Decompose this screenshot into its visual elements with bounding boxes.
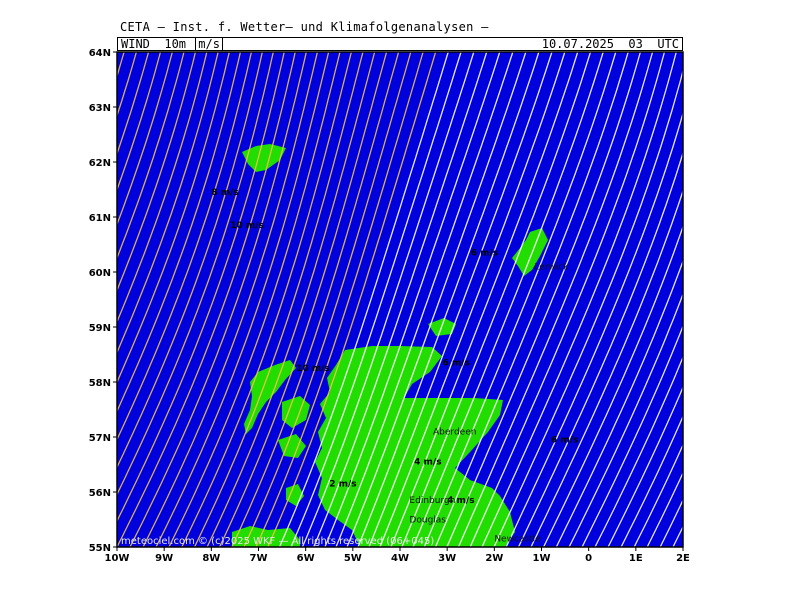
lon-tick-label: 10W bbox=[105, 553, 130, 564]
wind-speed-label: 6 m/s bbox=[442, 359, 469, 369]
wind-speed-label: 4 m/s bbox=[414, 458, 441, 468]
wind-speed-label: 6 m/s bbox=[551, 436, 578, 446]
lon-tick-label: 3W bbox=[438, 553, 456, 564]
lon-tick-label: 0 bbox=[585, 553, 592, 564]
wind-speed-label: 6 m/s bbox=[471, 249, 498, 259]
lon-tick-label: 2W bbox=[485, 553, 503, 564]
lon-tick-label: 5W bbox=[344, 553, 362, 564]
streamline bbox=[686, 0, 800, 547]
streamline bbox=[0, 0, 95, 547]
streamline bbox=[711, 0, 800, 547]
lon-tick-label: 4W bbox=[391, 553, 409, 564]
streamline bbox=[0, 0, 83, 547]
wind-speed-label: 10 m/s bbox=[296, 364, 330, 374]
streamline bbox=[0, 0, 32, 547]
place-label: Edinburgh bbox=[409, 496, 455, 506]
streamline bbox=[0, 0, 19, 547]
lon-tick-label: 1W bbox=[533, 553, 551, 564]
wind-speed-label: 8 m/s bbox=[211, 188, 238, 198]
streamline bbox=[699, 0, 800, 547]
streamline bbox=[0, 0, 70, 547]
place-label: Newcastle bbox=[494, 535, 541, 545]
lon-tick-label: 2E bbox=[676, 553, 690, 564]
lat-tick-label: 62N bbox=[89, 158, 111, 169]
wind-map: 8 m/s 10 m/s 6 m/s 10 m/s 6 m/s 6 m/s 4 m/s 2 m… bbox=[0, 0, 800, 564]
lon-tick-label: 9W bbox=[155, 553, 173, 564]
place-label: Douglas bbox=[409, 515, 446, 525]
lat-tick-label: 63N bbox=[89, 103, 111, 114]
lat-tick-label: 56N bbox=[89, 488, 111, 499]
lat-tick-label: 57N bbox=[89, 433, 111, 444]
lon-tick-label: 1E bbox=[629, 553, 643, 564]
lon-tick-label: 7W bbox=[250, 553, 268, 564]
streamline bbox=[0, 0, 132, 547]
lon-tick-label: 8W bbox=[202, 553, 220, 564]
streamline bbox=[0, 0, 58, 547]
streamline bbox=[672, 525, 683, 547]
wind-speed-label: 10 m/s bbox=[230, 221, 264, 231]
streamline bbox=[0, 0, 6, 547]
lat-tick-label: 59N bbox=[89, 323, 111, 334]
lat-tick-label: 64N bbox=[89, 48, 111, 59]
latitude-axis: 55N56N57N58N59N60N61N62N63N64N bbox=[89, 48, 117, 554]
lat-tick-label: 61N bbox=[89, 213, 111, 224]
lat-tick-label: 60N bbox=[89, 268, 111, 279]
lat-tick-label: 58N bbox=[89, 378, 111, 389]
longitude-axis: 10W 9W 8W 7W 6W 5W 4W 3W 2W 1W 0 1E 2E bbox=[105, 547, 690, 564]
wind-speed-label: 2 m/s bbox=[329, 480, 356, 490]
place-label: Lerwick bbox=[534, 262, 569, 272]
copyright-notice: meteociel.com © (c)2025 WKF — All rights… bbox=[121, 536, 434, 547]
lon-tick-label: 6W bbox=[297, 553, 315, 564]
streamline bbox=[0, 0, 45, 547]
place-label: Aberdeen bbox=[433, 427, 476, 437]
